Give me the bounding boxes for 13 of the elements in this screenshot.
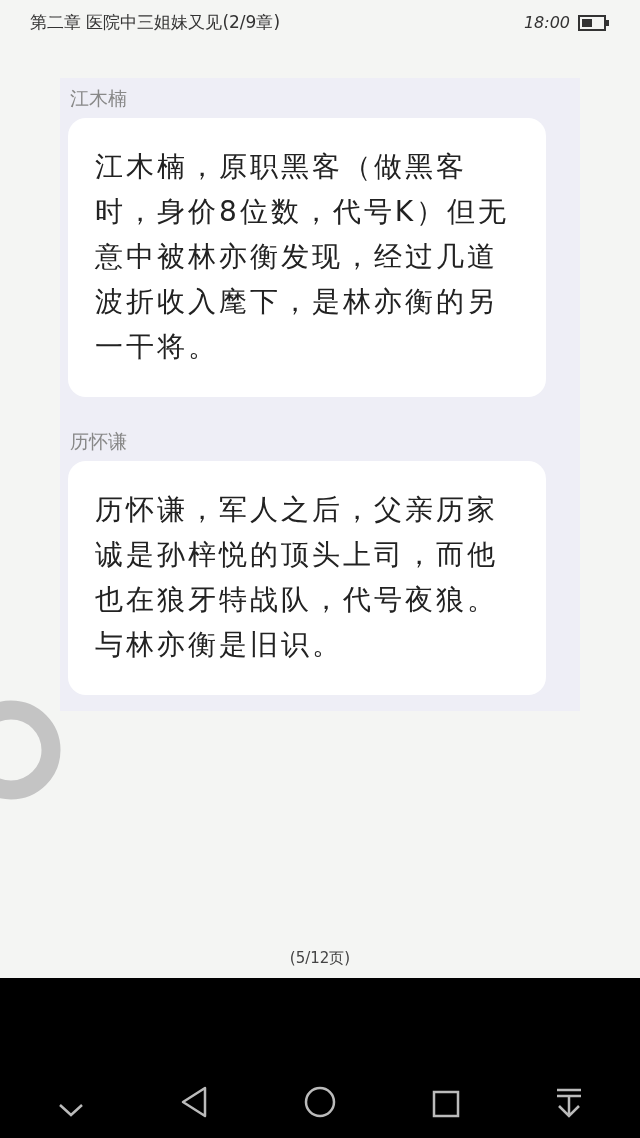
sender-name: 历怀谦 bbox=[69, 429, 128, 454]
page-indicator: (5/12页) bbox=[289, 947, 351, 969]
sender-name: 江木楠 bbox=[69, 86, 128, 111]
message-bubble: 历怀谦，军人之后，父亲历家诚是孙梓悦的顶头上司，而他也在狼牙特战队，代号夜狼。与林亦衡是旧识。 bbox=[68, 461, 546, 695]
pull-down-icon[interactable] bbox=[556, 1088, 582, 1118]
collapse-icon[interactable] bbox=[58, 1102, 84, 1118]
chapter-title: 第二章 医院中三姐妹又见(2/9章) bbox=[30, 11, 281, 35]
recents-icon[interactable] bbox=[432, 1090, 460, 1118]
clock-time: 18:00 bbox=[523, 12, 570, 34]
home-icon[interactable] bbox=[304, 1086, 336, 1118]
battery-icon bbox=[578, 15, 610, 31]
back-icon[interactable] bbox=[180, 1086, 208, 1118]
message-bubble: 江木楠，原职黑客（做黑客时，身价8位数，代号K）但无意中被林亦衡发现，经过几道波折收入麾下，是林亦衡的另一干将。 bbox=[68, 118, 546, 397]
